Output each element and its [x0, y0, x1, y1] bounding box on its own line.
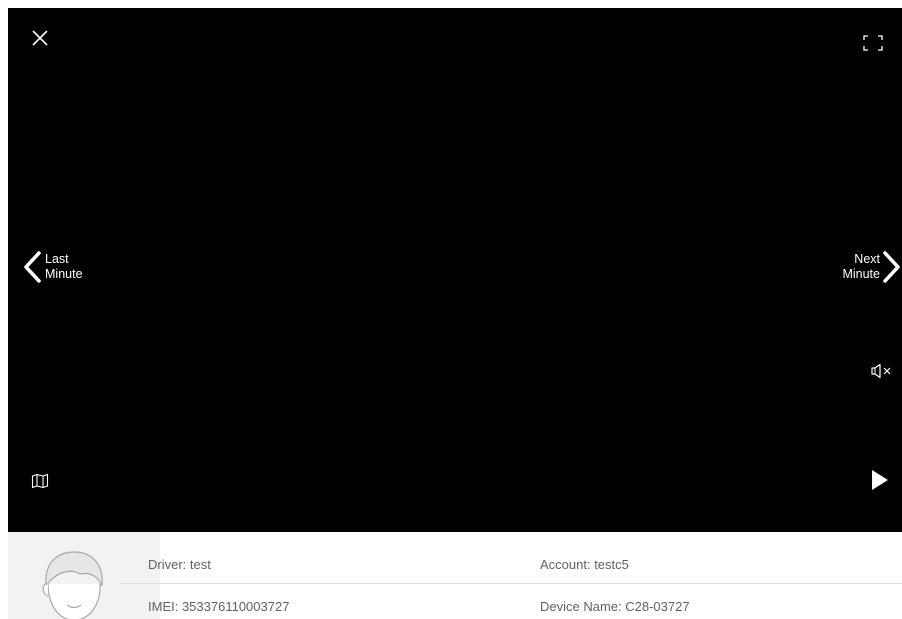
close-icon: [32, 30, 48, 46]
last-minute-label: Last Minute: [45, 252, 83, 281]
video-playback-page: Last Minute Next Minute Driver: test Acc…: [0, 0, 902, 619]
imei-text: IMEI: 353376110003727: [148, 598, 290, 614]
chevron-left-icon: [24, 251, 41, 283]
play-button[interactable]: [868, 467, 892, 493]
play-icon: [872, 470, 888, 490]
video-player[interactable]: Last Minute Next Minute: [8, 8, 902, 532]
info-row-driver-account: Driver: test Account: testc5: [120, 545, 902, 584]
fullscreen-icon: [863, 35, 883, 51]
device-info-panel: Driver: test Account: testc5 IMEI: 35337…: [8, 532, 902, 619]
chevron-right-icon: [883, 251, 900, 283]
device-name-text: Device Name: C28-03727: [540, 598, 690, 614]
map-button[interactable]: [28, 469, 52, 493]
next-minute-label: Next Minute: [842, 252, 880, 281]
driver-text: Driver: test: [148, 556, 211, 572]
account-text: Account: testc5: [540, 556, 629, 572]
close-button[interactable]: [28, 26, 52, 50]
mute-button[interactable]: [868, 360, 896, 382]
volume-muted-icon: [871, 363, 891, 379]
next-minute-button[interactable]: Next Minute: [842, 248, 902, 286]
info-row-imei-device: IMEI: 353376110003727 Device Name: C28-0…: [120, 587, 902, 619]
last-minute-button[interactable]: Last Minute: [22, 248, 83, 286]
map-icon: [31, 473, 49, 489]
fullscreen-button[interactable]: [860, 30, 886, 56]
